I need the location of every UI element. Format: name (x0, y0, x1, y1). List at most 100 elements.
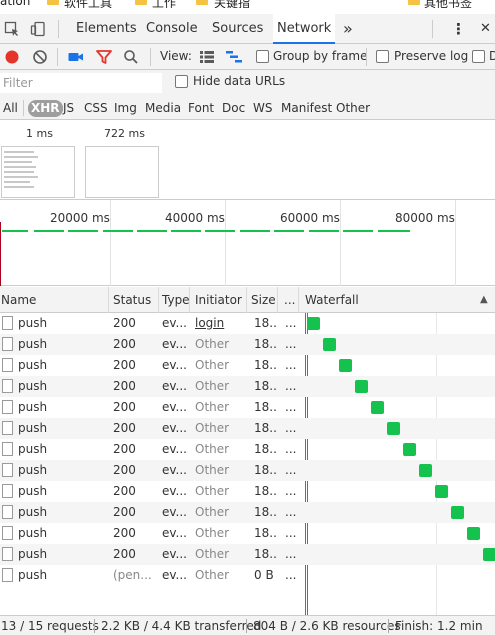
screenshot-thumbnail[interactable] (85, 146, 159, 198)
waterfall-bar[interactable] (371, 401, 384, 414)
tab-elements[interactable]: Elements (74, 14, 139, 44)
device-toolbar-icon[interactable] (30, 21, 46, 37)
record-icon[interactable] (3, 48, 21, 66)
type-css[interactable]: CSS (83, 100, 109, 117)
resources-size: 804 B / 2.6 KB resources (253, 619, 401, 633)
clear-icon[interactable] (31, 48, 49, 66)
waterfall-bar[interactable] (419, 464, 432, 477)
type-ws[interactable]: WS (252, 100, 273, 117)
table-row[interactable]: push (pen... ev... Other 0 B... (0, 565, 495, 586)
waterfall-bar[interactable] (387, 422, 400, 435)
request-type: ev... (162, 505, 187, 519)
type-manifest[interactable]: Manifest (280, 100, 333, 117)
bookmark-item[interactable]: 关键指 (214, 0, 250, 8)
table-row[interactable]: push 200 ev... Other 18...... (0, 355, 495, 376)
request-name: push (18, 316, 48, 330)
request-size: 18... (254, 547, 276, 561)
group-by-frame-checkbox[interactable] (256, 50, 269, 63)
type-img[interactable]: Img (113, 100, 138, 117)
table-row[interactable]: push 200 ev... Other 18...... (0, 376, 495, 397)
column-header-time[interactable]: ... (283, 287, 297, 313)
request-status: 200 (113, 421, 136, 435)
request-time: ... (285, 400, 297, 414)
grid-line (110, 200, 111, 286)
request-initiator: Other (195, 547, 230, 561)
column-header-initiator[interactable]: Initiator (194, 287, 246, 313)
bookmark-item[interactable]: ation (0, 0, 30, 8)
inspect-element-icon[interactable] (4, 21, 20, 37)
request-initiator: Other (195, 484, 230, 498)
close-devtools-button[interactable]: ✕ (478, 14, 493, 44)
column-header-name[interactable]: Name (0, 287, 108, 313)
large-rows-icon[interactable] (198, 48, 216, 66)
request-type: ev... (162, 568, 187, 582)
bookmark-item[interactable]: 工作 (152, 0, 176, 8)
table-row[interactable]: push 200 ev... Other 18...... (0, 544, 495, 565)
type-font[interactable]: Font (187, 100, 215, 117)
request-initiator[interactable]: login (195, 313, 245, 334)
capture-screenshots-icon[interactable] (67, 48, 85, 66)
waterfall-bar[interactable] (467, 527, 480, 540)
preserve-log-checkbox[interactable] (376, 50, 389, 63)
more-tabs-button[interactable]: » (341, 14, 355, 44)
tab-network[interactable]: Network (273, 14, 336, 44)
table-row[interactable]: push 200 ev... Other 18...... (0, 523, 495, 544)
sort-ascending-icon[interactable]: ▲ (479, 287, 491, 313)
request-initiator: Other (195, 442, 230, 456)
waterfall-bar[interactable] (435, 485, 448, 498)
column-header-status[interactable]: Status (112, 287, 158, 313)
table-row[interactable]: push 200 ev... Other 18...... (0, 460, 495, 481)
divider (23, 100, 24, 116)
request-count: 13 / 15 requests (1, 619, 99, 633)
type-xhr[interactable]: XHR (28, 100, 63, 117)
request-time: ... (285, 505, 297, 519)
tab-sources[interactable]: Sources (210, 14, 265, 44)
type-other[interactable]: Other (335, 100, 371, 117)
column-header-type[interactable]: Type (161, 287, 189, 313)
waterfall-bar[interactable] (403, 443, 416, 456)
devtools-menu-button[interactable]: ⋮ (449, 14, 468, 44)
bookmark-item[interactable]: 软件工具 (64, 0, 112, 8)
timeline-label: 20000 ms (50, 211, 110, 225)
waterfall-bar[interactable] (339, 359, 352, 372)
request-bar (205, 230, 235, 232)
hide-data-urls-checkbox[interactable] (175, 75, 188, 88)
table-row[interactable]: push 200 ev... Other 18...... (0, 481, 495, 502)
table-row[interactable]: push 200 ev... Other 18...... (0, 418, 495, 439)
type-doc[interactable]: Doc (221, 100, 246, 117)
network-status-bar: 13 / 15 requests 2.2 KB / 4.4 KB transfe… (0, 615, 495, 635)
table-row[interactable]: push 200 ev... login 18...... (0, 313, 495, 334)
screenshot-thumbnail[interactable] (1, 146, 75, 198)
tab-console[interactable]: Console (144, 14, 200, 44)
type-js[interactable]: JS (62, 100, 75, 117)
divider (388, 619, 389, 633)
overview-waterfall-icon[interactable] (225, 48, 243, 66)
disable-cache-checkbox[interactable] (472, 50, 485, 63)
table-row[interactable]: push 200 ev... Other 18...... (0, 439, 495, 460)
request-type: ev... (162, 421, 187, 435)
waterfall-bar[interactable] (483, 548, 495, 561)
request-status: 200 (113, 463, 136, 477)
bookmark-item[interactable]: 其他书签 (424, 0, 472, 8)
request-type: ev... (162, 484, 187, 498)
request-type: ev... (162, 547, 187, 561)
table-row[interactable]: push 200 ev... Other 18...... (0, 334, 495, 355)
request-time: ... (285, 379, 297, 393)
request-time: ... (285, 421, 297, 435)
request-size: 18... (254, 505, 276, 519)
table-row[interactable]: push 200 ev... Other 18...... (0, 397, 495, 418)
waterfall-bar[interactable] (307, 317, 320, 330)
request-name: push (18, 463, 48, 477)
filter-icon[interactable] (95, 48, 113, 66)
column-header-size[interactable]: Size (250, 287, 276, 313)
table-row[interactable]: push 200 ev... Other 18...... (0, 502, 495, 523)
search-icon[interactable] (122, 48, 140, 66)
waterfall-bar[interactable] (451, 506, 464, 519)
waterfall-bar[interactable] (355, 380, 368, 393)
filter-input[interactable] (0, 73, 162, 93)
type-media[interactable]: Media (144, 100, 182, 117)
type-all[interactable]: All (2, 100, 19, 117)
column-header-waterfall[interactable]: Waterfall (304, 287, 424, 313)
waterfall-bar[interactable] (323, 338, 336, 351)
request-initiator: Other (195, 400, 230, 414)
